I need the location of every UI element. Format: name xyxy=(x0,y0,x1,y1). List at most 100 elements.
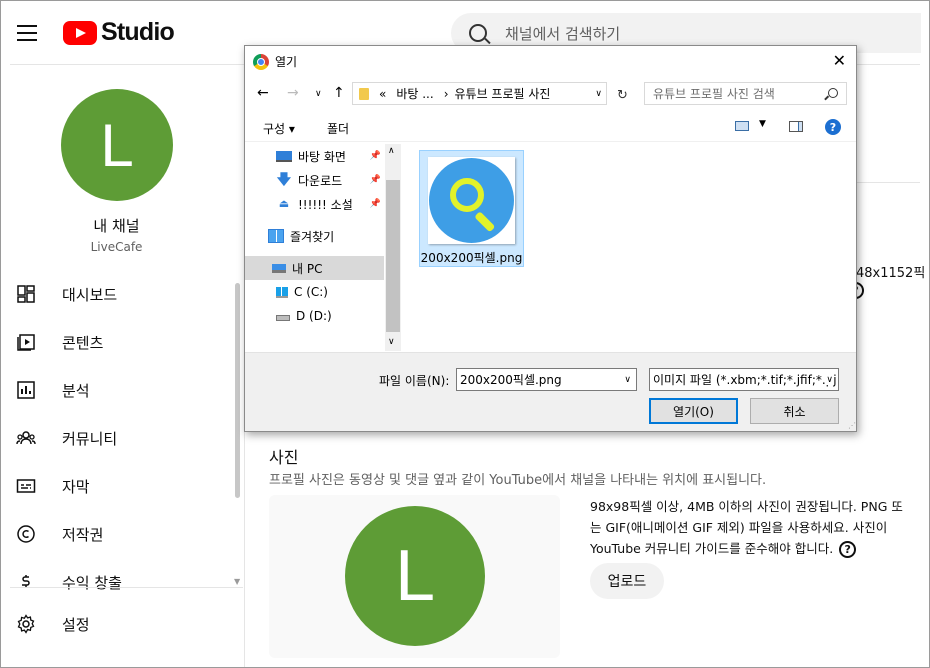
chevron-down-icon[interactable]: ∨ xyxy=(826,374,833,385)
studio-logo[interactable]: Studio xyxy=(63,18,175,47)
address-segment[interactable]: 바탕 ... xyxy=(396,85,433,102)
navigation-scrollbar[interactable]: ∧ ∨ xyxy=(385,144,401,351)
tree-item-label: 내 PC xyxy=(292,261,323,276)
up-arrow-icon[interactable]: ↑ xyxy=(333,85,345,101)
resize-grip-icon[interactable]: ⋰ xyxy=(848,421,856,430)
refresh-icon[interactable]: ↻ xyxy=(617,88,628,103)
tree-item-novel[interactable]: ⏏ !!!!!! 소설 📌 xyxy=(245,192,384,216)
open-file-dialog: 열기 ✕ ← → ∨ ↑ « 바탕 ... › 유튜브 프로필 사진 ∨ ↻ 유… xyxy=(244,45,857,432)
favorites-icon xyxy=(268,229,284,243)
info-line: 는 GIF(애니메이션 GIF 제외) 파일을 사용하세요. 사진이 xyxy=(590,520,888,535)
sidebar-divider xyxy=(10,587,243,588)
dialog-footer: 파일 이름(N): 200x200픽셀.png ∨ 이미지 파일 (*.xbm;… xyxy=(245,352,856,431)
sidebar-item-content[interactable]: 콘텐츠 xyxy=(0,318,233,366)
desktop-icon xyxy=(276,150,292,162)
cancel-button[interactable]: 취소 xyxy=(750,398,839,424)
info-line-text: YouTube 커뮤니티 가이드를 준수해야 합니다. xyxy=(590,541,834,556)
dialog-title: 열기 xyxy=(275,55,298,69)
sidebar-item-monetization[interactable]: 수익 창출 xyxy=(0,558,233,606)
filename-value: 200x200픽셀.png xyxy=(460,373,562,387)
file-list: 200x200픽셀.png xyxy=(402,144,856,351)
dialog-toolbar: 구성 ▾ 폴더 ▼ ? xyxy=(245,112,856,142)
filename-input[interactable]: 200x200픽셀.png ∨ xyxy=(456,368,637,391)
tree-item-favorites[interactable]: 즐겨찾기 xyxy=(245,224,384,248)
sidebar-item-subtitles[interactable]: 자막 xyxy=(0,462,233,510)
tree-item-label: 바탕 화면 xyxy=(298,149,346,164)
chevron-right-icon[interactable]: › xyxy=(444,87,449,101)
sidebar-item-dashboard[interactable]: 대시보드 xyxy=(0,270,233,318)
filename-label: 파일 이름(N): xyxy=(379,374,450,388)
address-segment[interactable]: 유튜브 프로필 사진 xyxy=(455,85,551,102)
logo-text: Studio xyxy=(101,18,175,46)
chevron-down-icon[interactable]: ▼ xyxy=(759,119,766,129)
community-icon xyxy=(16,428,36,448)
filetype-select[interactable]: 이미지 파일 (*.xbm;*.tif;*.jfif;*.pj ∨ xyxy=(649,368,839,391)
tree-item-label: C (C:) xyxy=(294,285,328,299)
tree-item-drive-c[interactable]: C (C:) xyxy=(245,280,384,304)
folder-search-input[interactable]: 유튜브 프로필 사진 검색 xyxy=(644,82,847,105)
close-icon[interactable]: ✕ xyxy=(833,51,846,70)
monetization-icon xyxy=(16,572,36,592)
address-overflow[interactable]: « xyxy=(379,87,386,101)
scroll-down-icon[interactable]: ∨ xyxy=(388,337,395,347)
preview-pane-icon[interactable] xyxy=(789,121,803,132)
pc-icon xyxy=(272,263,286,273)
tree-item-label: 다운로드 xyxy=(298,173,343,188)
pin-icon: 📌 xyxy=(369,199,381,209)
chrome-icon xyxy=(253,53,269,70)
sidebar-scrollbar[interactable] xyxy=(235,283,240,498)
help-icon[interactable]: ? xyxy=(825,119,841,135)
scroll-up-icon[interactable]: ∧ xyxy=(388,146,395,156)
content-divider xyxy=(856,182,920,183)
search-placeholder: 채널에서 검색하기 xyxy=(505,24,621,43)
settings-label: 설정 xyxy=(62,615,90,634)
banner-size-text: 48x1152픽 xyxy=(856,266,926,281)
open-button[interactable]: 열기(O) xyxy=(649,398,738,424)
info-line: YouTube 커뮤니티 가이드를 준수해야 합니다.? xyxy=(590,538,920,559)
sidebar-item-community[interactable]: 커뮤니티 xyxy=(0,414,233,462)
tree-item-downloads[interactable]: 🡇 다운로드 📌 xyxy=(245,168,384,192)
help-icon[interactable]: ? xyxy=(839,541,857,558)
address-bar[interactable]: « 바탕 ... › 유튜브 프로필 사진 ∨ xyxy=(352,82,607,105)
forward-arrow-icon[interactable]: → xyxy=(287,85,299,101)
file-thumbnail xyxy=(428,157,515,244)
tree-item-desktop[interactable]: 바탕 화면 📌 xyxy=(245,144,384,168)
menu-icon[interactable] xyxy=(17,25,37,41)
sidebar-item-label: 저작권 xyxy=(62,525,104,544)
channel-avatar[interactable]: L xyxy=(61,89,173,201)
sidebar-item-analytics[interactable]: 분석 xyxy=(0,366,233,414)
sidebar-item-copyright[interactable]: 저작권 xyxy=(0,510,233,558)
subtitles-icon xyxy=(16,476,36,496)
channel-title: 내 채널 xyxy=(93,217,140,235)
dashboard-icon xyxy=(16,284,36,304)
search-icon xyxy=(469,24,487,42)
channel-name: LiveCafe xyxy=(90,240,143,254)
organize-label: 구성 xyxy=(263,122,286,136)
sidebar-item-settings[interactable]: 설정 xyxy=(0,600,233,648)
new-folder-button[interactable]: 폴더 xyxy=(327,120,349,137)
tree-item-this-pc[interactable]: 내 PC xyxy=(245,256,384,280)
analytics-icon xyxy=(16,380,36,400)
download-icon: 🡇 xyxy=(276,172,292,188)
view-icon[interactable] xyxy=(735,121,749,131)
drive-icon xyxy=(276,315,290,321)
gear-icon xyxy=(16,614,36,634)
scrollbar-thumb[interactable] xyxy=(386,180,400,332)
address-bar-row: ← → ∨ ↑ « 바탕 ... › 유튜브 프로필 사진 ∨ ↻ 유튜브 프로… xyxy=(245,79,856,109)
magnifier-thumbnail-icon xyxy=(429,158,514,243)
chevron-down-icon[interactable]: ∨ xyxy=(624,375,631,385)
organize-button[interactable]: 구성 ▾ xyxy=(263,120,295,137)
scroll-down-icon[interactable]: ▼ xyxy=(234,577,240,586)
dialog-titlebar[interactable]: 열기 ✕ xyxy=(245,46,856,77)
folder-icon xyxy=(359,87,369,100)
sidebar-item-label: 분석 xyxy=(62,381,90,400)
file-item[interactable]: 200x200픽셀.png xyxy=(419,150,524,267)
tree-item-label: D (D:) xyxy=(296,309,332,323)
chevron-down-icon[interactable]: ∨ xyxy=(595,89,602,99)
back-arrow-icon[interactable]: ← xyxy=(257,85,269,101)
content-icon xyxy=(16,332,36,352)
upload-button[interactable]: 업로드 xyxy=(590,563,664,599)
search-placeholder: 유튜브 프로필 사진 검색 xyxy=(653,87,775,101)
recent-locations-icon[interactable]: ∨ xyxy=(315,89,322,99)
tree-item-drive-d[interactable]: D (D:) xyxy=(245,304,384,328)
